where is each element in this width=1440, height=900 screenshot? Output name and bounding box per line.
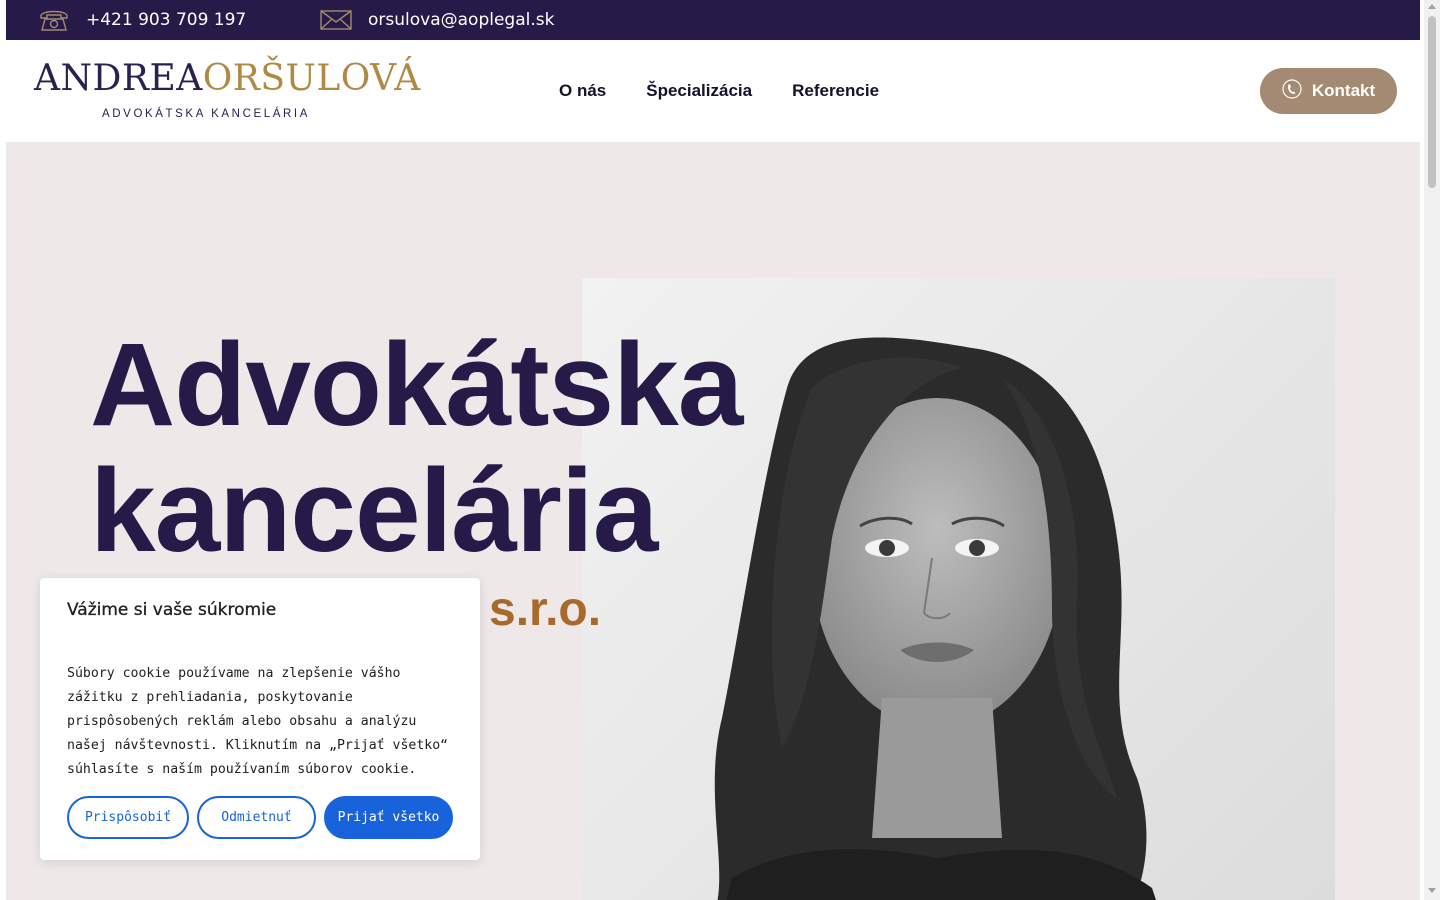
phone-contact[interactable]: +421 903 709 197 bbox=[38, 0, 246, 40]
contact-button-label: Kontakt bbox=[1311, 81, 1376, 100]
cookie-customize-button[interactable]: Prispôsobiť bbox=[67, 796, 189, 839]
logo-subtitle: ADVOKÁTSKA KANCELÁRIA bbox=[102, 108, 310, 120]
nav-item-referencie[interactable]: Referencie bbox=[792, 81, 879, 101]
envelope-icon bbox=[320, 9, 352, 31]
hero-subtitle: s.r.o. bbox=[489, 583, 602, 636]
logo-name-last: ORŠULOVÁ bbox=[202, 58, 421, 99]
nav-item-o-nas[interactable]: O nás bbox=[559, 81, 606, 101]
cookie-accept-all-button[interactable]: Prijať všetko bbox=[324, 796, 453, 839]
contact-button[interactable]: Kontakt bbox=[1260, 68, 1397, 114]
logo-name: ANDREAORŠULOVÁ bbox=[34, 58, 421, 99]
site-header: ANDREAORŠULOVÁ ADVOKÁTSKA KANCELÁRIA O n… bbox=[6, 40, 1420, 142]
main-nav: O nás Špecializácia Referencie bbox=[559, 40, 879, 142]
top-contact-bar: +421 903 709 197 orsulova@aoplegal.sk bbox=[6, 0, 1420, 40]
telephone-icon bbox=[38, 7, 70, 33]
scrollbar-thumb[interactable] bbox=[1428, 16, 1436, 188]
hero-title-line-1: Advokátska bbox=[90, 319, 743, 451]
scroll-up-icon[interactable] bbox=[1428, 4, 1436, 9]
cookie-text: Súbory cookie používame na zlepšenie váš… bbox=[67, 666, 449, 777]
logo-name-first: ANDREA bbox=[34, 58, 203, 99]
hero-title: Advokátska kancelária bbox=[90, 319, 743, 577]
phone-number[interactable]: +421 903 709 197 bbox=[86, 10, 246, 30]
email-address[interactable]: orsulova@aoplegal.sk bbox=[368, 10, 554, 30]
email-contact[interactable]: orsulova@aoplegal.sk bbox=[320, 0, 554, 40]
cookie-consent-dialog: Vážime si vaše súkromie Súbory cookie po… bbox=[40, 578, 480, 860]
nav-item-specializacia[interactable]: Špecializácia bbox=[646, 81, 752, 101]
phone-icon bbox=[1282, 78, 1302, 104]
cookie-reject-button[interactable]: Odmietnuť bbox=[197, 796, 316, 839]
hero-title-line-2: kancelária bbox=[90, 445, 658, 577]
scroll-down-icon[interactable] bbox=[1428, 888, 1436, 893]
cookie-title: Vážime si vaše súkromie bbox=[67, 600, 277, 620]
site-logo[interactable]: ANDREAORŠULOVÁ ADVOKÁTSKA KANCELÁRIA bbox=[34, 58, 420, 128]
page-scrollbar[interactable] bbox=[1424, 0, 1440, 900]
page: +421 903 709 197 orsulova@aoplegal.sk AN… bbox=[6, 0, 1420, 900]
